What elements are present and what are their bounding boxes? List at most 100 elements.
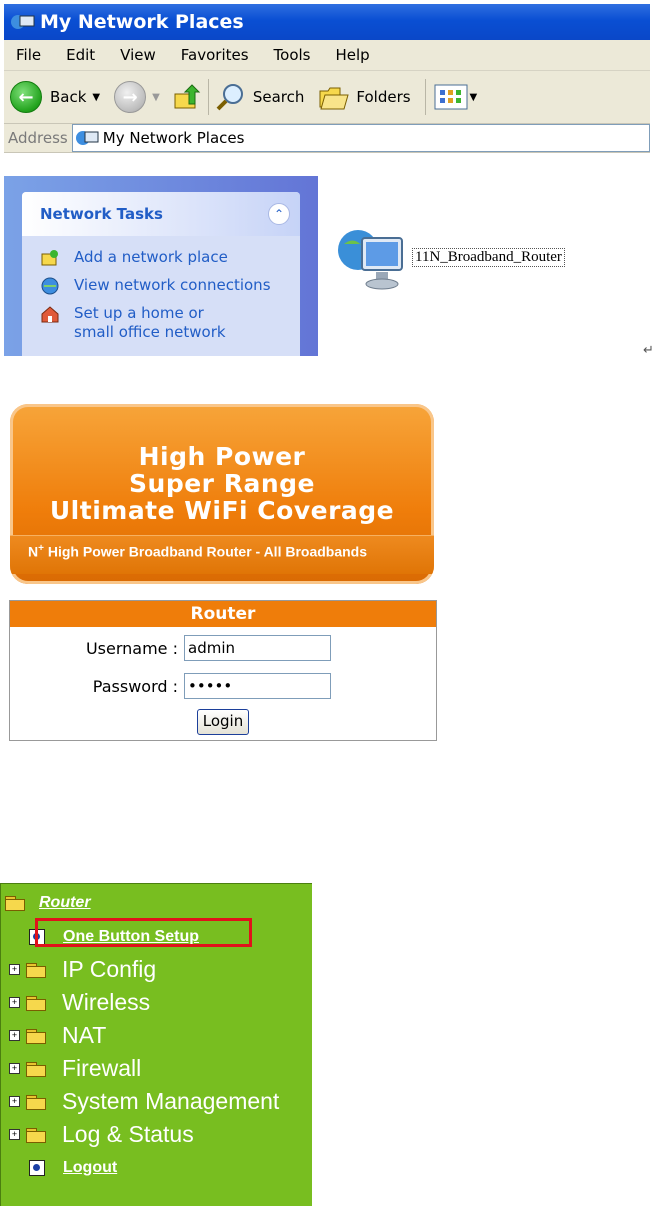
up-button[interactable] xyxy=(172,82,202,112)
folder-icon xyxy=(26,1094,46,1110)
toolbar-separator xyxy=(207,79,209,115)
task-add-network-place[interactable]: Add a network place xyxy=(22,248,300,268)
expand-plus-icon[interactable]: + xyxy=(9,964,20,975)
banner-line-2: Super Range xyxy=(129,469,315,498)
task-label: Set up a home or small office network xyxy=(74,304,226,341)
task-view-network-connections[interactable]: View network connections xyxy=(22,276,300,296)
title-bar: My Network Places xyxy=(4,4,650,40)
task-pane: Network Tasks ⌃ Add a network place View… xyxy=(4,176,318,356)
password-label: Password : xyxy=(92,676,178,696)
menu-root[interactable]: Router xyxy=(5,894,91,912)
username-field[interactable]: admin xyxy=(184,635,331,661)
return-mark-icon: ↵ xyxy=(643,342,654,357)
menu-root-label[interactable]: Router xyxy=(39,894,91,912)
forward-button[interactable]: → ▼ xyxy=(114,81,160,113)
expand-plus-icon[interactable]: + xyxy=(9,1030,20,1041)
search-icon xyxy=(216,84,243,111)
menu-label: Log & Status xyxy=(62,1121,194,1147)
network-tasks-panel: Network Tasks ⌃ Add a network place View… xyxy=(22,192,300,356)
menu-nat[interactable]: + NAT xyxy=(9,1022,106,1049)
menu-wireless[interactable]: + Wireless xyxy=(9,989,150,1016)
add-network-place-icon xyxy=(41,250,58,266)
expand-plus-icon[interactable]: + xyxy=(9,1063,20,1074)
menu-tools[interactable]: Tools xyxy=(262,46,324,64)
expand-plus-icon[interactable]: + xyxy=(9,997,20,1008)
password-row: Password : ••••• xyxy=(10,673,331,699)
search-label: Search xyxy=(252,88,305,106)
views-icon xyxy=(434,84,468,110)
network-connections-icon xyxy=(41,277,59,295)
folders-label: Folders xyxy=(356,88,411,106)
tag-prefix: N xyxy=(28,543,39,560)
task-set-up-home-network[interactable]: Set up a home or small office network xyxy=(22,304,240,342)
menu-edit[interactable]: Edit xyxy=(54,46,108,64)
username-row: Username : admin xyxy=(10,635,331,661)
password-field[interactable]: ••••• xyxy=(184,673,331,699)
task-label: Add a network place xyxy=(74,248,228,266)
router-banner: High Power Super Range Ultimate WiFi Cov… xyxy=(10,404,434,584)
address-field[interactable]: My Network Places xyxy=(71,124,650,152)
menu-favorites[interactable]: Favorites xyxy=(169,46,262,64)
toolbar-separator xyxy=(424,79,426,115)
menu-file[interactable]: File xyxy=(4,46,54,64)
network-tasks-title: Network Tasks xyxy=(40,205,163,223)
folder-icon xyxy=(26,1061,46,1077)
menu-log-status[interactable]: + Log & Status xyxy=(9,1121,194,1148)
menu-label: IP Config xyxy=(62,956,157,982)
content-pane: 11N_Broadband_Router xyxy=(318,176,650,356)
address-value: My Network Places xyxy=(102,129,245,147)
banner-line-1: High Power xyxy=(138,442,306,471)
back-arrow-icon: ← xyxy=(10,81,42,113)
tag-text: High Power Broadband Router - All Broadb… xyxy=(47,543,368,560)
menu-label: NAT xyxy=(62,1022,107,1048)
router-item-label[interactable]: 11N_Broadband_Router xyxy=(412,248,565,267)
expand-plus-icon[interactable]: + xyxy=(9,1096,20,1107)
address-label: Address xyxy=(8,129,68,147)
tag-sup: + xyxy=(38,543,44,554)
logout-link[interactable]: Logout xyxy=(63,1159,117,1177)
menu-label: System Management xyxy=(62,1088,280,1114)
highlight-box xyxy=(35,918,252,947)
login-form: Router Username : admin Password : •••••… xyxy=(9,600,437,741)
forward-arrow-icon: → xyxy=(114,81,147,113)
collapse-chevron-icon[interactable]: ⌃ xyxy=(268,203,290,225)
window-title: My Network Places xyxy=(40,11,244,33)
toolbar: ← Back ▼ → ▼ Search Folders ▼ xyxy=(4,71,650,124)
username-label: Username : xyxy=(85,638,178,658)
login-button[interactable]: Login xyxy=(197,709,249,735)
network-tasks-header[interactable]: Network Tasks ⌃ xyxy=(22,192,300,236)
banner-tagline: N+ High Power Broadband Router - All Bro… xyxy=(28,543,367,560)
network-places-icon xyxy=(11,15,35,29)
network-places-icon xyxy=(75,131,99,145)
dropdown-arrow-icon[interactable]: ▼ xyxy=(92,92,100,103)
menu-view[interactable]: View xyxy=(108,46,169,64)
address-bar: Address My Network Places xyxy=(4,124,650,153)
menu-ip-config[interactable]: + IP Config xyxy=(9,956,156,983)
network-computer-icon[interactable] xyxy=(336,224,408,296)
folder-up-icon xyxy=(174,84,201,109)
login-header: Router xyxy=(10,601,436,627)
dropdown-arrow-icon[interactable]: ▼ xyxy=(470,92,478,103)
menu-label: Firewall xyxy=(62,1055,142,1081)
folder-icon xyxy=(26,1127,46,1143)
back-button[interactable]: ← Back ▼ xyxy=(10,81,100,113)
folder-icon xyxy=(26,995,46,1011)
views-button[interactable]: ▼ xyxy=(434,84,478,110)
folders-icon xyxy=(319,87,350,110)
menu-label: Wireless xyxy=(62,989,151,1015)
task-label: View network connections xyxy=(74,276,271,294)
explorer-window: My Network Places File Edit View Favorit… xyxy=(4,4,650,356)
search-button[interactable]: Search xyxy=(215,82,305,112)
page-icon xyxy=(29,1160,45,1176)
explorer-body: Network Tasks ⌃ Add a network place View… xyxy=(4,176,650,356)
menu-logout[interactable]: Logout xyxy=(29,1159,117,1177)
menu-bar: File Edit View Favorites Tools Help xyxy=(4,40,650,71)
folders-button[interactable]: Folders xyxy=(318,83,411,111)
back-label: Back xyxy=(50,88,87,106)
folder-icon xyxy=(26,1028,46,1044)
expand-plus-icon[interactable]: + xyxy=(9,1129,20,1140)
menu-firewall[interactable]: + Firewall xyxy=(9,1055,141,1082)
dropdown-arrow-icon[interactable]: ▼ xyxy=(152,92,160,103)
menu-help[interactable]: Help xyxy=(324,46,383,64)
menu-system-management[interactable]: + System Management xyxy=(9,1088,279,1115)
